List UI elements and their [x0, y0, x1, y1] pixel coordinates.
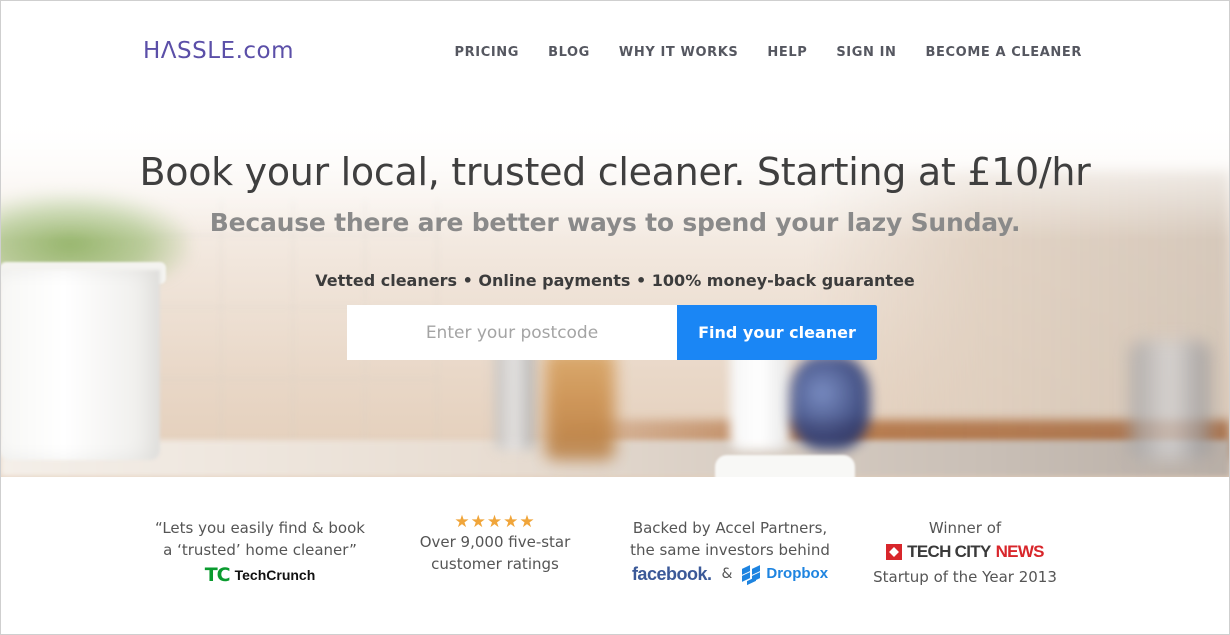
find-cleaner-button[interactable]: Find your cleaner [677, 305, 877, 360]
hero-subhead: Because there are better ways to spend y… [209, 208, 1021, 237]
tech-city-wordmark: TECH CITY [907, 542, 991, 561]
tech-city-news-icon [886, 544, 903, 560]
backers-line2: the same investors behind [630, 541, 830, 559]
postcode-search-form: Find your cleaner [347, 305, 877, 360]
hero-photo-pot [0, 270, 160, 460]
techcrunch-wordmark: TechCrunch [234, 567, 316, 583]
site-logo[interactable]: HΛSSLE.com [143, 38, 294, 64]
tech-city-news-logo: TECH CITY NEWS [886, 541, 1045, 563]
backer-logos: facebook. & Dropbox [631, 563, 829, 586]
techcrunch-quote-line2: a ‘trusted’ home cleaner” [163, 541, 357, 559]
main-nav: PRICING BLOG WHY IT WORKS HELP SIGN IN B… [455, 45, 1082, 60]
techcrunch-logo: TC TechCrunch [205, 564, 316, 586]
hero-photo-cutting-board [545, 350, 615, 460]
press-strip: “Lets you easily find & book a ‘trusted’… [0, 477, 1230, 635]
dropbox-icon [742, 565, 762, 586]
nav-link-help[interactable]: HELP [767, 45, 807, 60]
ratings-line1: Over 9,000 five-star [419, 533, 571, 551]
nav-link-sign-in[interactable]: SIGN IN [836, 45, 896, 60]
techcrunch-quote-line1: “Lets you easily find & book [155, 519, 365, 537]
nav-link-blog[interactable]: BLOG [548, 45, 590, 60]
ampersand: & [721, 566, 733, 582]
nav-link-pricing[interactable]: PRICING [455, 45, 520, 60]
news-wordmark: NEWS [995, 542, 1045, 561]
hero-photo-blue-cup [790, 355, 870, 450]
postcode-input[interactable] [347, 305, 677, 360]
backers-line1: Backed by Accel Partners, [632, 519, 828, 537]
hero-benefits: Vetted cleaners • Online payments • 100%… [315, 271, 915, 290]
facebook-logo: facebook. [631, 564, 712, 584]
ratings-line2: customer ratings [431, 555, 559, 573]
press-ratings: ★★★★★ Over 9,000 five-star customer rati… [385, 513, 605, 575]
hero-headline: Book your local, trusted cleaner. Starti… [139, 150, 1091, 194]
dropbox-wordmark: Dropbox [766, 565, 829, 582]
hero-photo-kettle [1130, 340, 1210, 460]
hero-photo-surface [0, 440, 1230, 477]
award-line2: Startup of the Year 2013 [873, 568, 1057, 586]
techcrunch-mark-icon: TC [204, 564, 231, 586]
award-line1: Winner of [928, 519, 1002, 537]
site-header: HΛSSLE.com PRICING BLOG WHY IT WORKS HEL… [0, 0, 1230, 100]
five-star-icon: ★★★★★ [454, 512, 536, 532]
nav-link-become-a-cleaner[interactable]: BECOME A CLEANER [926, 45, 1082, 60]
press-backers: Backed by Accel Partners, the same inves… [610, 517, 850, 586]
dropbox-logo: Dropbox [742, 563, 829, 586]
nav-link-why-it-works[interactable]: WHY IT WORKS [619, 45, 738, 60]
hero-photo-bowl [715, 455, 855, 477]
press-award: Winner of TECH CITY NEWS Startup of the … [845, 517, 1085, 588]
press-techcrunch: “Lets you easily find & book a ‘trusted’… [140, 517, 380, 587]
